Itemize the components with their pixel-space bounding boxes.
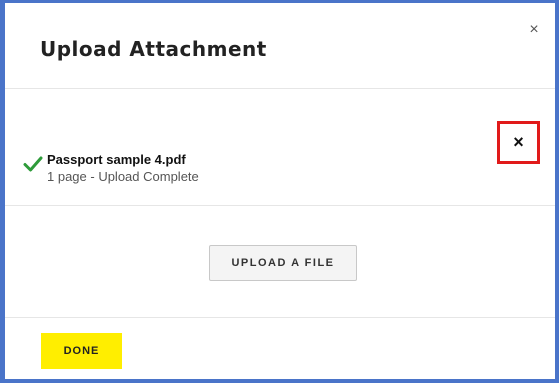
check-icon <box>23 156 43 172</box>
dialog-header: Upload Attachment <box>5 3 555 89</box>
upload-attachment-dialog: Upload Attachment × Passport sample 4.pd… <box>5 3 555 379</box>
attachment-row: Passport sample 4.pdf 1 page - Upload Co… <box>5 90 555 206</box>
remove-file-icon[interactable]: × <box>500 124 537 161</box>
dialog-footer: DONE <box>5 317 555 379</box>
file-name: Passport sample 4.pdf <box>47 152 186 167</box>
close-icon[interactable]: × <box>525 21 543 39</box>
dialog-title: Upload Attachment <box>40 37 267 61</box>
remove-file-highlight: × <box>497 121 540 164</box>
done-button[interactable]: DONE <box>41 333 122 369</box>
file-status: 1 page - Upload Complete <box>47 169 199 184</box>
screenshot-frame: Upload Attachment × Passport sample 4.pd… <box>0 0 559 383</box>
upload-file-button[interactable]: UPLOAD A FILE <box>209 245 357 281</box>
